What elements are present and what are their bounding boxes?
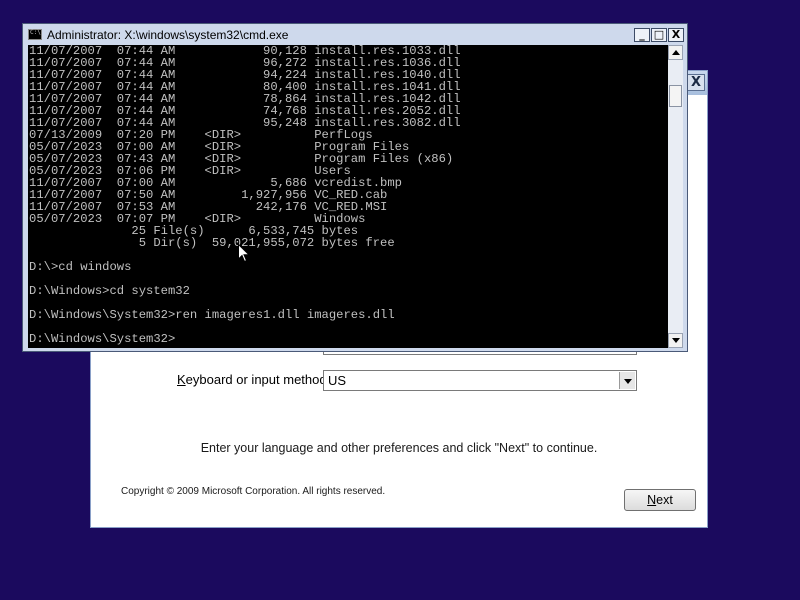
next-button[interactable]: Next bbox=[624, 489, 696, 511]
chevron-down-icon[interactable] bbox=[619, 372, 635, 389]
setup-close-button[interactable]: X bbox=[687, 74, 705, 91]
instructions-text: Enter your language and other preference… bbox=[200, 441, 598, 455]
console-text: 11/07/2007 07:44 AM 90,128 install.res.1… bbox=[28, 45, 668, 345]
minimize-button[interactable]: _ bbox=[634, 28, 650, 42]
console-line: D:\>cd windows bbox=[29, 260, 132, 274]
vertical-scrollbar[interactable] bbox=[668, 45, 683, 348]
scroll-down-button[interactable] bbox=[668, 333, 683, 348]
maximize-button[interactable]: □ bbox=[651, 28, 667, 42]
keyboard-select-value: US bbox=[328, 373, 347, 388]
console-line: 5 Dir(s) 59,021,955,072 bytes free bbox=[29, 236, 395, 250]
close-button[interactable]: X bbox=[668, 28, 684, 42]
scroll-up-button[interactable] bbox=[668, 45, 683, 60]
console-app-icon[interactable] bbox=[28, 29, 42, 40]
scroll-thumb[interactable] bbox=[669, 85, 682, 107]
console-line: D:\Windows>cd system32 bbox=[29, 284, 190, 298]
console-line: D:\Windows\System32> bbox=[29, 332, 176, 346]
mouse-pointer-icon bbox=[238, 244, 250, 263]
cmd-window[interactable]: Administrator: X:\windows\system32\cmd.e… bbox=[22, 23, 688, 352]
copyright-text: Copyright © 2009 Microsoft Corporation. … bbox=[121, 486, 386, 497]
cmd-window-title: Administrator: X:\windows\system32\cmd.e… bbox=[47, 28, 289, 42]
keyboard-select[interactable]: US bbox=[323, 370, 637, 391]
keyboard-label: Keyboard or input method: bbox=[177, 372, 331, 387]
console-line: D:\Windows\System32>ren imageres1.dll im… bbox=[29, 308, 395, 322]
console-output[interactable]: 11/07/2007 07:44 AM 90,128 install.res.1… bbox=[28, 45, 668, 348]
cmd-titlebar[interactable]: Administrator: X:\windows\system32\cmd.e… bbox=[26, 26, 684, 45]
